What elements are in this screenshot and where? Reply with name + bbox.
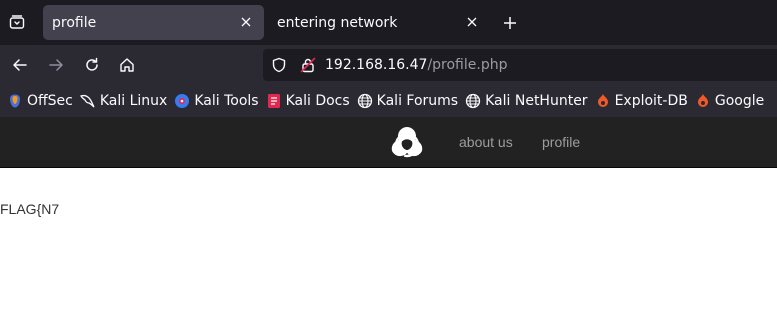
nav-link-about-us[interactable]: about us	[459, 134, 513, 150]
bookmark-label: Kali NetHunter	[485, 93, 588, 109]
bookmark-label: Exploit-DB	[614, 93, 688, 109]
globe-icon	[357, 93, 373, 109]
insecure-lock-icon[interactable]	[300, 57, 316, 77]
tracking-protection-icon[interactable]	[271, 57, 287, 77]
kali-docs-icon	[266, 93, 282, 109]
kali-tools-icon	[174, 93, 190, 109]
close-icon	[467, 17, 477, 27]
back-button[interactable]	[8, 53, 32, 77]
site-navbar: about us profile	[0, 117, 777, 168]
bookmark-kali-tools[interactable]: Kali Tools	[174, 93, 259, 109]
home-icon	[120, 58, 134, 72]
bookmark-label: Kali Docs	[285, 93, 350, 109]
bookmark-kali-docs[interactable]: Kali Docs	[266, 93, 350, 109]
globe-icon	[465, 93, 481, 109]
tab-list-icon	[9, 15, 25, 29]
bookmark-kali-nethunter[interactable]: Kali NetHunter	[465, 93, 588, 109]
exploit-db-icon	[595, 93, 611, 109]
home-button[interactable]	[115, 53, 139, 77]
bookmark-label: OffSec	[27, 93, 73, 109]
close-icon	[241, 17, 251, 27]
forward-button[interactable]	[44, 53, 68, 77]
bookmarks-toolbar: OffSec Kali Linux Kali Tools Kali Docs K…	[0, 85, 777, 117]
google-hacking-icon	[695, 93, 711, 109]
tab-close-button[interactable]	[464, 14, 480, 30]
url-path: /profile.php	[427, 57, 508, 73]
flag-text: FLAG{N7	[0, 201, 60, 217]
tab-title: entering network	[277, 14, 398, 31]
tab-strip: profile entering network	[0, 0, 777, 45]
bookmark-offsec[interactable]: OffSec	[7, 93, 73, 109]
new-tab-button[interactable]	[497, 10, 523, 36]
bookmark-label: Google	[714, 93, 765, 109]
bookmark-label: Kali Forums	[376, 93, 459, 109]
tab-entering-network[interactable]: entering network	[268, 5, 490, 40]
reload-button[interactable]	[80, 53, 104, 77]
bookmark-label: Kali Tools	[194, 93, 259, 109]
url-bar[interactable]: 192.168.16.47/profile.php	[263, 49, 777, 81]
bookmark-google-hacking[interactable]: Google	[695, 93, 764, 109]
url-text[interactable]: 192.168.16.47/profile.php	[325, 57, 507, 73]
tab-profile[interactable]: profile	[43, 5, 264, 40]
biohazard-icon[interactable]	[386, 123, 428, 163]
page-content: FLAG{N7	[0, 168, 777, 334]
reload-icon	[86, 57, 98, 71]
forward-arrow-icon	[49, 59, 63, 71]
navigation-toolbar: 192.168.16.47/profile.php	[0, 45, 777, 85]
bookmark-label: Kali Linux	[99, 93, 168, 109]
kali-dragon-icon	[79, 93, 96, 109]
tab-title: profile	[52, 14, 97, 31]
nav-link-profile[interactable]: profile	[542, 134, 580, 150]
bookmark-kali-linux[interactable]: Kali Linux	[79, 93, 168, 109]
url-host: 192.168.16.47	[325, 57, 428, 73]
plus-icon	[504, 17, 516, 29]
back-arrow-icon	[13, 59, 27, 71]
tab-close-button[interactable]	[238, 14, 254, 30]
bookmark-kali-forums[interactable]: Kali Forums	[357, 93, 458, 109]
bookmark-exploit-db[interactable]: Exploit-DB	[595, 93, 688, 109]
tab-list-button[interactable]	[0, 6, 34, 38]
offsec-icon	[7, 93, 23, 109]
